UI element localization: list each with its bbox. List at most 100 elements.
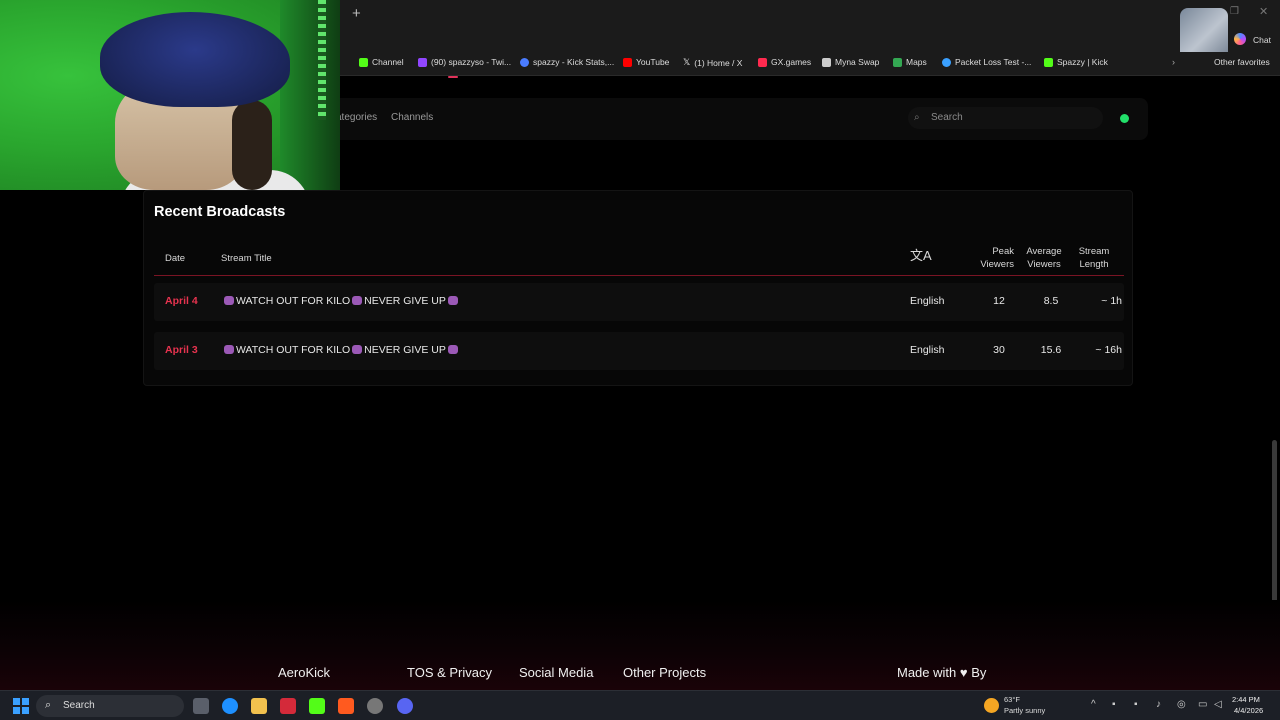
clock-date[interactable]: 4/4/2026 — [1234, 706, 1263, 715]
bookmark-label: GX.games — [771, 57, 812, 67]
tray-app-icon[interactable]: ▪ — [1112, 699, 1116, 710]
emote-icon — [352, 296, 363, 305]
header-stream-length[interactable]: Stream Length — [1074, 245, 1114, 271]
gx-icon — [758, 57, 767, 67]
youtube-icon — [623, 57, 632, 67]
task-view-icon[interactable] — [193, 698, 209, 714]
webcam-wall — [280, 0, 340, 190]
search-input[interactable]: ⌕ Search — [908, 107, 1103, 129]
file-explorer-icon[interactable] — [251, 698, 267, 714]
bookmark-youtube[interactable]: YouTube — [623, 57, 669, 67]
title-part: WATCH OUT FOR KILO — [236, 344, 351, 356]
kick-icon[interactable] — [309, 698, 325, 714]
bookmark-kick-stats[interactable]: spazzy - Kick Stats,... — [520, 57, 614, 67]
table-row[interactable]: April 3 WATCH OUT FOR KILO NEVER GIVE UP … — [154, 332, 1124, 370]
weather-icon[interactable] — [984, 698, 999, 713]
bookmark-label: Maps — [906, 57, 927, 67]
bookmark-spazzy-kick[interactable]: Spazzy | Kick — [1044, 57, 1108, 67]
other-favorites-label: Other favorites — [1214, 57, 1270, 67]
emote-icon — [447, 345, 458, 354]
emote-icon — [447, 296, 458, 305]
display-icon[interactable]: ▭ — [1198, 699, 1207, 710]
close-icon[interactable]: ✕ — [1259, 5, 1268, 18]
by-label: By — [971, 665, 987, 680]
bookmark-label: Channel — [372, 57, 404, 67]
emote-icon — [352, 345, 363, 354]
nav-categories-link[interactable]: ategories — [336, 112, 377, 123]
other-favorites[interactable]: Other favorites — [1214, 57, 1270, 67]
kick-icon — [1044, 57, 1053, 67]
discord-icon[interactable] — [397, 698, 413, 714]
bookmark-packet-loss[interactable]: Packet Loss Test -... — [942, 57, 1031, 67]
tray-app-icon[interactable]: ▪ — [1134, 699, 1138, 710]
header-average-viewers[interactable]: Average Viewers — [1016, 245, 1072, 271]
search-icon: ⌕ — [914, 112, 920, 123]
row-stream-title: WATCH OUT FOR KILO NEVER GIVE UP — [222, 295, 460, 307]
row-stream-length: ~ 1h — [1101, 295, 1122, 307]
header-line: Viewers — [980, 259, 1014, 270]
restore-icon[interactable]: ❐ — [1230, 6, 1239, 17]
row-average-viewers: 8.5 — [1043, 295, 1059, 307]
search-placeholder: Search — [931, 112, 963, 123]
kick-icon — [359, 57, 368, 67]
brave-icon[interactable] — [338, 698, 354, 714]
bookmark-maps[interactable]: Maps — [893, 57, 927, 67]
copilot-icon[interactable] — [1234, 33, 1246, 45]
webcam-overlay — [0, 0, 340, 190]
network-icon[interactable]: ◎ — [1177, 699, 1186, 710]
chat-button[interactable]: Chat — [1253, 35, 1271, 45]
microphone-icon[interactable]: ♪ — [1156, 699, 1161, 710]
row-stream-length: ~ 16h — [1095, 344, 1122, 356]
bookmark-twitch[interactable]: (90) spazzyso - Twi... — [418, 57, 511, 67]
footer-tos-link[interactable]: TOS & Privacy — [407, 665, 492, 680]
bookmark-x[interactable]: 𝕏 (1) Home / X — [683, 57, 742, 68]
made-with-label: Made with — [897, 665, 957, 680]
title-part: NEVER GIVE UP — [364, 295, 446, 307]
bookmark-label: Spazzy | Kick — [1057, 57, 1108, 67]
clock-time[interactable]: 2:44 PM — [1232, 695, 1260, 704]
header-line: Average — [1026, 246, 1062, 257]
site-navbar: ategories Channels ⌕ Search — [336, 98, 1148, 140]
translate-icon[interactable]: 文A — [910, 249, 932, 262]
header-line: Peak — [992, 246, 1014, 257]
heart-icon: ♥ — [959, 665, 968, 680]
twitch-icon — [418, 57, 427, 67]
header-divider — [154, 275, 1124, 276]
webcam-hat — [100, 12, 290, 107]
windows-start-icon[interactable] — [13, 698, 29, 714]
header-stream-title[interactable]: Stream Title — [221, 252, 272, 265]
new-tab-button[interactable]: + — [352, 5, 361, 22]
bookmark-channel[interactable]: Channel — [359, 57, 404, 67]
volume-icon[interactable]: ◁ — [1214, 699, 1222, 710]
header-line: Stream — [1078, 246, 1110, 257]
emote-icon — [224, 296, 234, 305]
footer-social-link[interactable]: Social Media — [519, 665, 593, 680]
tray-chevron-icon[interactable]: ^ — [1091, 699, 1096, 710]
nav-active-indicator — [448, 76, 458, 78]
nav-channels-link[interactable]: Channels — [391, 112, 433, 123]
panel-title: Recent Broadcasts — [154, 204, 286, 220]
footer-projects-link[interactable]: Other Projects — [623, 665, 706, 680]
bookmark-myna-swap[interactable]: Myna Swap — [822, 57, 879, 67]
footer-brand-link[interactable]: AeroKick — [278, 665, 330, 680]
site-footer: AeroKick TOS & Privacy Social Media Othe… — [0, 600, 1280, 690]
edge-icon[interactable] — [222, 698, 238, 714]
row-language: English — [910, 344, 945, 356]
emote-icon — [224, 345, 234, 354]
bookmark-label: (90) spazzyso - Twi... — [431, 57, 512, 67]
weather-temp[interactable]: 63°F — [1004, 695, 1020, 704]
taskbar-search[interactable]: ⌕ Search — [36, 695, 184, 717]
bookmark-gxgames[interactable]: GX.games — [758, 57, 811, 67]
title-part: WATCH OUT FOR KILO — [236, 295, 351, 307]
table-row[interactable]: April 4 WATCH OUT FOR KILO NEVER GIVE UP … — [154, 283, 1124, 321]
more-bookmarks-chevron-icon[interactable]: › — [1172, 57, 1175, 67]
webcam-hair — [232, 100, 272, 190]
obs-icon[interactable] — [367, 698, 383, 714]
header-date[interactable]: Date — [165, 252, 185, 265]
x-icon: 𝕏 — [683, 57, 691, 67]
header-peak-viewers[interactable]: Peak Viewers — [964, 245, 1014, 271]
bookmark-label: Myna Swap — [835, 57, 880, 67]
app-a-icon[interactable] — [280, 698, 296, 714]
bookmark-label: spazzy - Kick Stats,... — [533, 57, 615, 67]
weather-desc[interactable]: Partly sunny — [1004, 706, 1045, 715]
